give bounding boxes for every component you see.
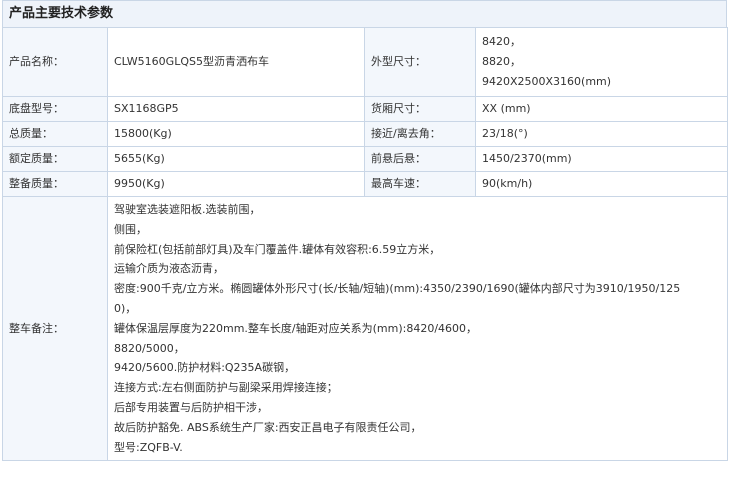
note-line: 8820/5000，: [114, 341, 185, 355]
table-row: 底盘型号： SX1168GP5 货厢尺寸： XX (mm): [2, 96, 728, 122]
overhang-label: 前悬后悬：: [364, 146, 476, 172]
note-line: 0)，: [114, 301, 137, 315]
table-row: 产品名称： CLW5160GLQS5型沥青洒布车 外型尺寸： 8420， 882…: [2, 27, 728, 97]
table-row: 整车备注： 驾驶室选装遮阳板.选装前围， 侧围， 前保险杠(包括前部灯具)及车门…: [2, 195, 728, 462]
rated-mass-value: 5655(Kg): [107, 146, 365, 172]
note-line: 罐体保温层厚度为220mm.整车长度/轴距对应关系为(mm):8420/4600…: [114, 321, 478, 335]
dimensions-line: 9420X2500X3160(mm): [482, 75, 612, 88]
product-name-value: CLW5160GLQS5型沥青洒布车: [107, 27, 365, 97]
note-line: 侧围，: [114, 222, 147, 236]
spec-table: 产品名称： CLW5160GLQS5型沥青洒布车 外型尺寸： 8420， 882…: [2, 27, 728, 462]
chassis-model-label: 底盘型号：: [2, 96, 108, 122]
max-speed-label: 最高车速：: [364, 171, 476, 197]
curb-mass-label: 整备质量：: [2, 171, 108, 197]
total-mass-value: 15800(Kg): [107, 121, 365, 147]
note-line: 运输介质为液态沥青，: [114, 262, 224, 276]
total-mass-label: 总质量：: [2, 121, 108, 147]
vehicle-notes-label: 整车备注：: [2, 195, 108, 462]
note-line: 前保险杠(包括前部灯具)及车门覆盖件.罐体有效容积:6.59立方米，: [114, 242, 441, 256]
dimensions-line: 8420，: [482, 35, 521, 48]
overhang-value: 1450/2370(mm): [475, 146, 728, 172]
note-line: 连接方式:左右侧面防护与副梁采用焊接连接；: [114, 381, 338, 395]
cargo-box-size-value: XX (mm): [475, 96, 728, 122]
note-line: 9420/5600.防护材料:Q235A碳钢，: [114, 361, 296, 375]
curb-mass-value: 9950(Kg): [107, 171, 365, 197]
rated-mass-label: 额定质量：: [2, 146, 108, 172]
section-title: 产品主要技术参数: [2, 0, 727, 27]
vehicle-notes-value: 驾驶室选装遮阳板.选装前围， 侧围， 前保险杠(包括前部灯具)及车门覆盖件.罐体…: [107, 195, 728, 462]
dimensions-value: 8420， 8820， 9420X2500X3160(mm): [475, 27, 728, 97]
note-line: 驾驶室选装遮阳板.选装前围，: [114, 203, 261, 216]
product-name-label: 产品名称：: [2, 27, 108, 97]
table-row: 额定质量： 5655(Kg) 前悬后悬： 1450/2370(mm): [2, 146, 728, 172]
table-row: 总质量： 15800(Kg) 接近/离去角： 23/18(°): [2, 121, 728, 147]
max-speed-value: 90(km/h): [475, 171, 728, 197]
dimensions-line: 8820，: [482, 55, 521, 68]
table-row: 整备质量： 9950(Kg) 最高车速： 90(km/h): [2, 171, 728, 197]
note-line: 型号:ZQFB-V.: [114, 440, 183, 454]
note-line: 故后防护豁免. ABS系统生产厂家:西安正昌电子有限责任公司，: [114, 420, 422, 434]
approach-departure-angle-label: 接近/离去角：: [364, 121, 476, 147]
note-line: 密度:900千克/立方米。椭圆罐体外形尺寸(长/长轴/短轴)(mm):4350/…: [114, 282, 681, 296]
spec-panel: 产品主要技术参数 产品名称： CLW5160GLQS5型沥青洒布车 外型尺寸： …: [2, 0, 728, 462]
note-line: 后部专用装置与后防护相干涉，: [114, 400, 268, 414]
chassis-model-value: SX1168GP5: [107, 96, 365, 122]
dimensions-label: 外型尺寸：: [364, 27, 476, 97]
approach-departure-angle-value: 23/18(°): [475, 121, 728, 147]
cargo-box-size-label: 货厢尺寸：: [364, 96, 476, 122]
